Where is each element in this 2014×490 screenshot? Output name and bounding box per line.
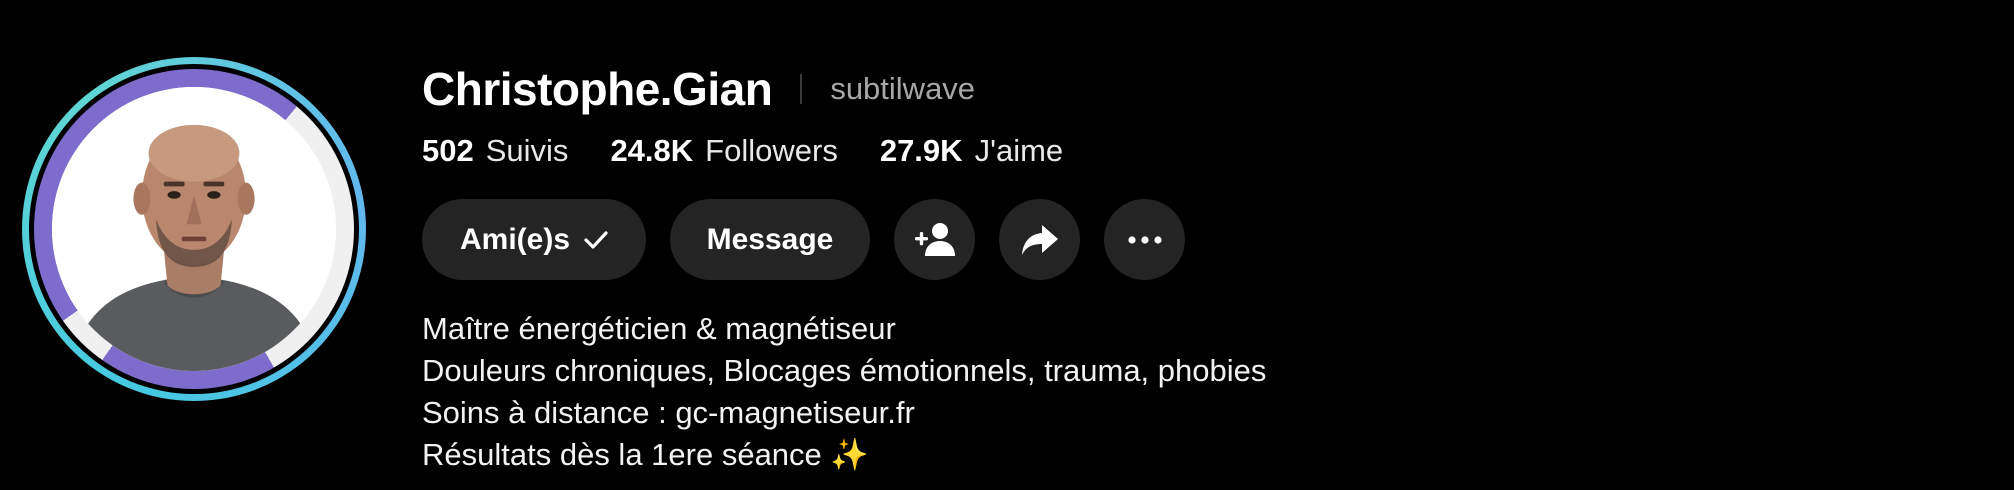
friends-button-label: Ami(e)s: [459, 222, 571, 256]
stat-value: 502: [422, 133, 474, 168]
stat-label: Suivis: [485, 133, 569, 168]
message-button-label: Message: [706, 222, 834, 256]
stat-likes: 27.9K J'aime: [880, 133, 1063, 169]
name-row: Christophe.Gian subtilwave: [422, 58, 975, 120]
avatar-frame: [34, 69, 354, 389]
checkmark-icon: [584, 230, 608, 250]
bio: Maître énergéticien & magnétiseur Douleu…: [422, 308, 1266, 476]
share-arrow-icon: [1020, 222, 1060, 258]
friends-button[interactable]: Ami(e)s: [422, 199, 646, 280]
stat-following[interactable]: 502 Suivis: [422, 133, 568, 169]
display-name: Christophe.Gian: [422, 63, 773, 115]
profile-header: Christophe.Gian subtilwave 502 Suivis 24…: [0, 0, 2014, 490]
username: subtilwave: [830, 71, 976, 106]
bio-line: Douleurs chroniques, Blocages émotionnel…: [422, 353, 1267, 388]
more-button[interactable]: [1104, 199, 1185, 280]
stat-label: J'aime: [974, 133, 1064, 168]
avatar-photo: [52, 87, 336, 371]
stats-row: 502 Suivis 24.8K Followers 27.9K J'aime: [422, 128, 1105, 174]
bio-line: Résultats dès la 1ere séance ✨: [422, 437, 870, 472]
share-button[interactable]: [999, 199, 1080, 280]
add-friend-button[interactable]: [894, 199, 975, 280]
person-add-icon: [913, 220, 957, 260]
profile-photo-illustration: [52, 87, 336, 371]
stat-followers[interactable]: 24.8K Followers: [610, 133, 837, 169]
name-divider: [800, 74, 803, 104]
message-button[interactable]: Message: [670, 199, 870, 280]
stat-value: 27.9K: [879, 133, 963, 168]
bio-line: Maître énergéticien & magnétiseur: [422, 311, 896, 346]
more-horizontal-icon: [1127, 235, 1163, 244]
stat-label: Followers: [705, 133, 838, 168]
bio-link-line[interactable]: Soins à distance : gc-magnetiseur.fr: [422, 392, 1266, 434]
action-bar: Ami(e)s Message: [422, 199, 1209, 280]
avatar-ring: [29, 64, 359, 394]
stat-value: 24.8K: [610, 133, 694, 168]
avatar[interactable]: [22, 57, 366, 401]
